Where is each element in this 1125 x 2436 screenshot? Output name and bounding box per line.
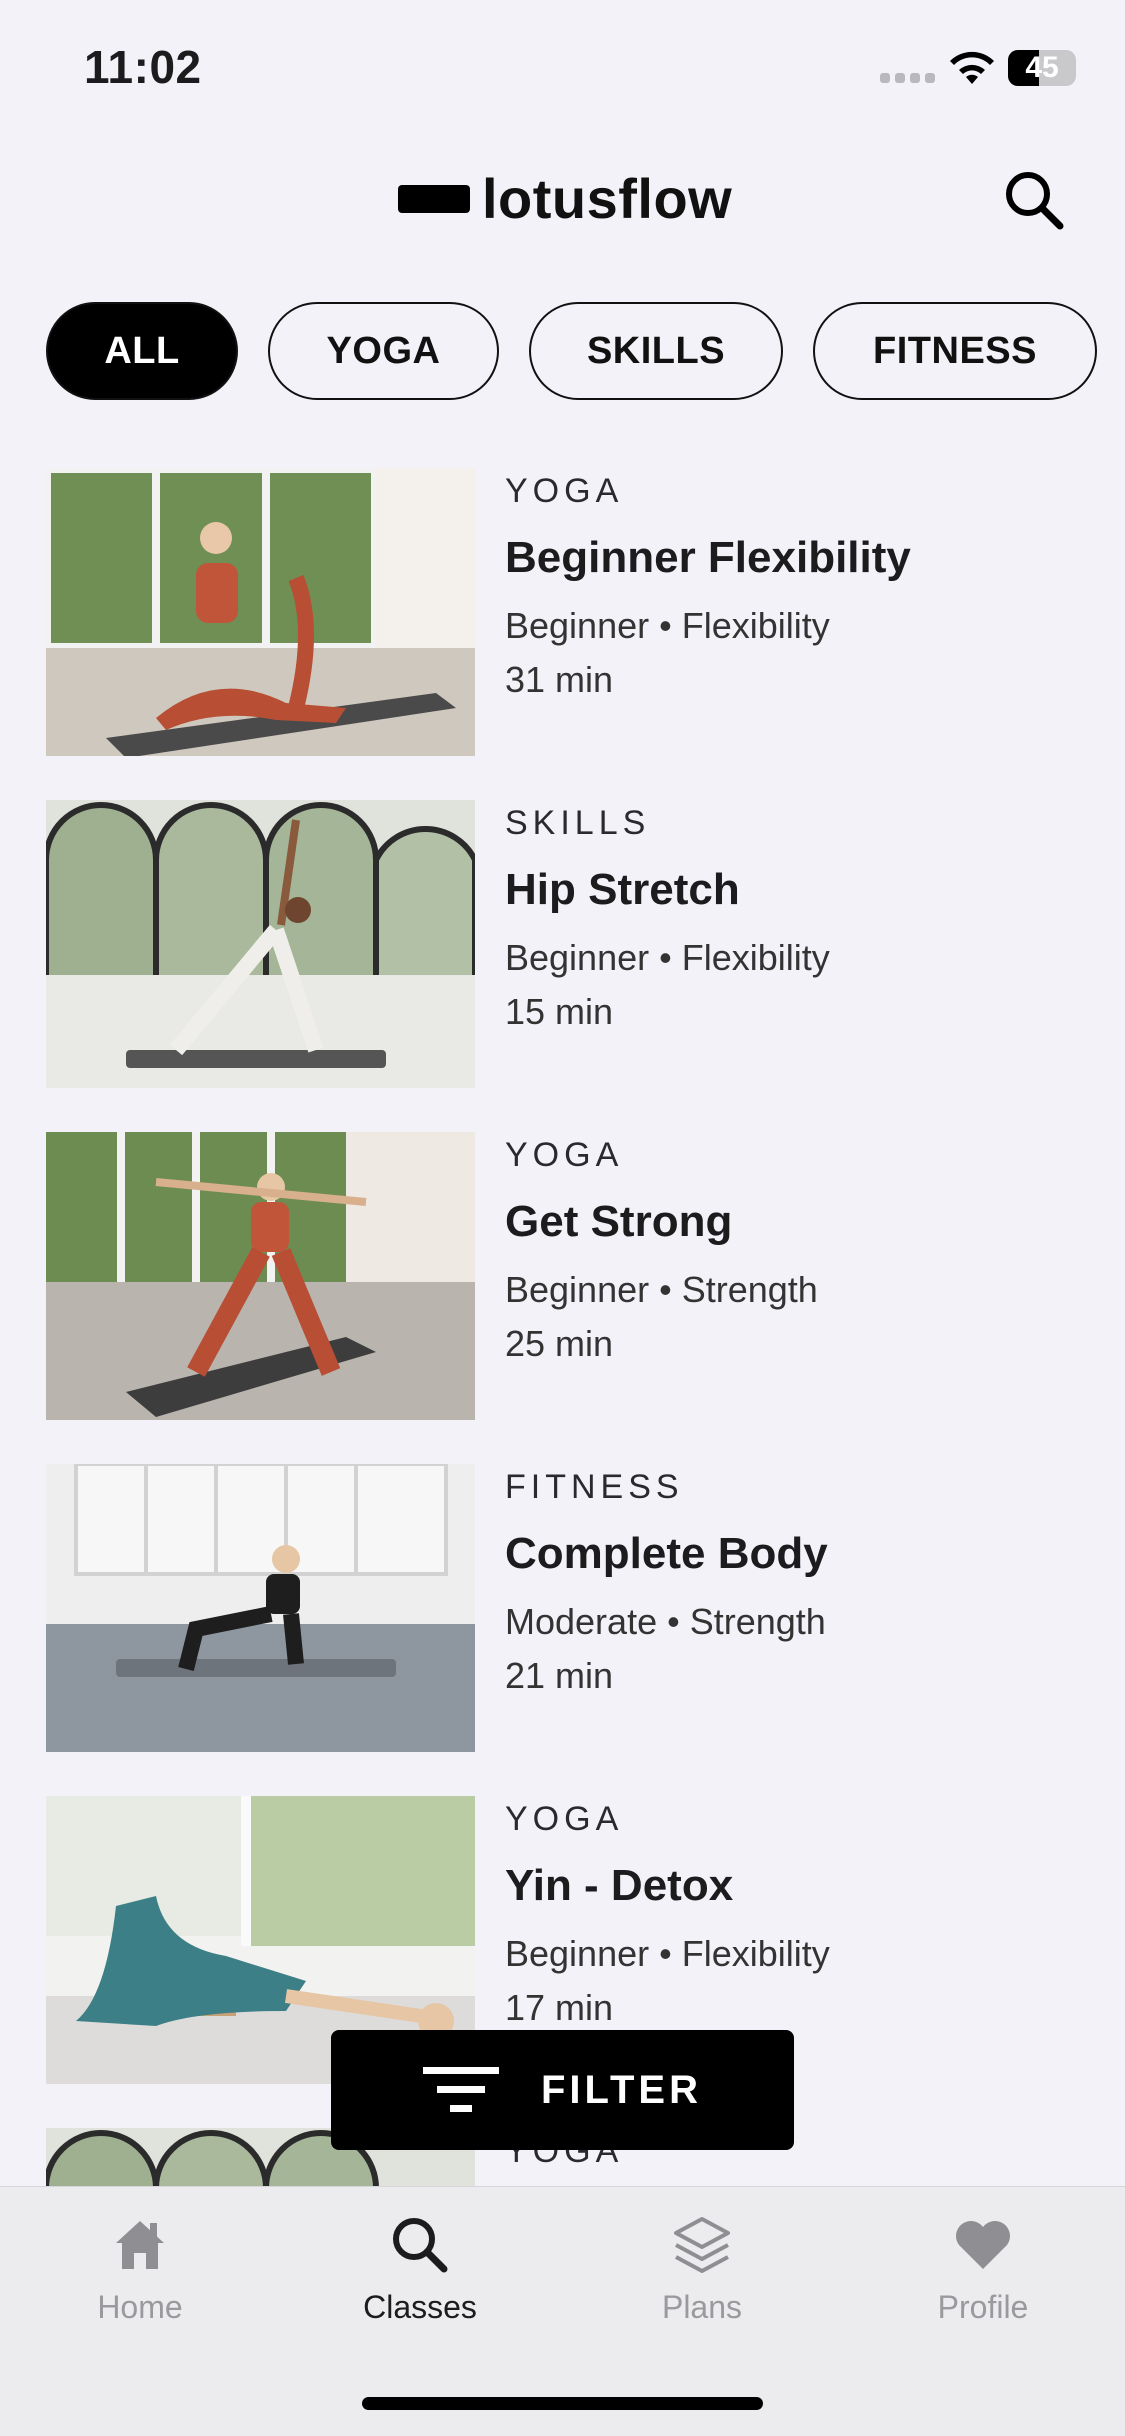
home-indicator <box>362 2397 763 2410</box>
battery-icon: 45 <box>1008 50 1076 86</box>
chip-all[interactable]: ALL <box>46 302 238 400</box>
class-duration: 15 min <box>505 991 614 1032</box>
chip-yoga[interactable]: YOGA <box>268 302 499 400</box>
heart-icon <box>956 2221 1010 2269</box>
class-title: Get Strong <box>505 1197 733 1246</box>
filter-label: FILTER <box>540 2067 702 2112</box>
class-info: YOGA Yin - Detox Beginner • Flexibility 17… <box>505 1796 830 2029</box>
class-category: YOGA <box>505 1136 624 1174</box>
class-info: YOGA Beginner Flexibility Beginner • Flexi… <box>505 468 911 701</box>
class-duration: 25 min <box>505 1323 614 1364</box>
status-time: 11:02 <box>84 41 202 93</box>
class-thumbnail <box>46 468 475 756</box>
house-icon <box>116 2221 164 2269</box>
class-level: Beginner <box>505 605 650 646</box>
class-focus: Flexibility <box>681 605 830 646</box>
class-thumbnail <box>46 1464 475 1752</box>
app-logo: lotusflow <box>398 166 732 231</box>
class-category: YOGA <box>505 472 624 510</box>
class-title: Complete Body <box>505 1529 828 1578</box>
class-level: Beginner <box>505 1269 650 1310</box>
class-thumbnail <box>46 800 475 1088</box>
class-info: SKILLS Hip Stretch Beginner • Flexibility … <box>505 800 830 1033</box>
class-title: Hip Stretch <box>505 865 740 914</box>
class-focus: Flexibility <box>681 937 830 978</box>
cellular-signal-icon <box>880 73 935 83</box>
class-title: Yin - Detox <box>505 1861 734 1910</box>
class-level: Beginner <box>505 937 650 978</box>
tab-label: Classes <box>363 2289 477 2325</box>
tab-home[interactable]: Home <box>40 2213 240 2326</box>
class-info: YOGA Get Strong Beginner • Strength 25 min <box>505 1132 818 1365</box>
class-focus: Flexibility <box>681 1933 830 1974</box>
class-info: FITNESS Complete Body Moderate • Strength … <box>505 1464 828 1697</box>
class-duration: 17 min <box>505 1987 614 2028</box>
class-meta: Beginner • Flexibility <box>505 937 830 979</box>
meta-separator: • <box>659 1269 672 1310</box>
tab-label: Profile <box>937 2289 1029 2325</box>
chip-fitness[interactable]: FITNESS <box>813 302 1097 400</box>
tab-profile[interactable]: Profile <box>883 2213 1083 2326</box>
meta-separator: • <box>659 605 672 646</box>
meta-separator: • <box>659 1933 672 1974</box>
logo-mark <box>398 184 470 213</box>
filter-icon <box>422 2067 499 2112</box>
filter-button[interactable]: FILTER <box>331 2030 794 2150</box>
meta-separator: • <box>667 1601 680 1642</box>
class-card[interactable]: SKILLS Hip Stretch Beginner • Flexibility … <box>46 800 1106 1132</box>
class-list: YOGA Beginner Flexibility Beginner • Flexi… <box>46 468 1106 2188</box>
class-meta: Beginner • Strength <box>505 1269 818 1311</box>
search-icon <box>393 2218 448 2273</box>
layers-icon <box>674 2217 730 2273</box>
class-duration: 21 min <box>505 1655 614 1696</box>
class-category: YOGA <box>505 1800 624 1838</box>
tab-plans[interactable]: Plans <box>602 2213 802 2326</box>
status-bar: 11:02 45 <box>0 0 1125 140</box>
app-header: lotusflow <box>0 150 1125 250</box>
class-category: SKILLS <box>505 804 651 842</box>
tab-label: Home <box>97 2289 183 2325</box>
tab-label: Plans <box>661 2289 743 2325</box>
class-meta: Moderate • Strength <box>505 1601 828 1643</box>
class-category: FITNESS <box>505 1468 684 1506</box>
class-title: Beginner Flexibility <box>505 533 911 582</box>
class-level: Beginner <box>505 1933 650 1974</box>
meta-separator: • <box>659 937 672 978</box>
chip-skills[interactable]: SKILLS <box>529 302 783 400</box>
class-card[interactable]: FITNESS Complete Body Moderate • Strength … <box>46 1464 1106 1796</box>
logo-text: lotusflow <box>482 167 733 230</box>
class-card[interactable]: YOGA Get Strong Beginner • Strength 25 min <box>46 1132 1106 1464</box>
class-duration: 31 min <box>505 659 614 700</box>
search-icon[interactable] <box>1002 168 1066 232</box>
class-card[interactable]: YOGA Beginner Flexibility Beginner • Flexi… <box>46 468 1106 800</box>
category-filter-chips: ALL YOGA SKILLS FITNESS <box>46 302 1097 400</box>
class-meta: Beginner • Flexibility <box>505 605 911 647</box>
tab-classes[interactable]: Classes <box>320 2213 520 2326</box>
class-thumbnail <box>46 1132 475 1420</box>
battery-percent: 45 <box>1025 51 1059 84</box>
class-focus: Strength <box>681 1269 818 1310</box>
wifi-icon <box>950 51 994 84</box>
class-level: Moderate <box>505 1601 658 1642</box>
class-meta: Beginner • Flexibility <box>505 1933 830 1975</box>
class-focus: Strength <box>689 1601 826 1642</box>
